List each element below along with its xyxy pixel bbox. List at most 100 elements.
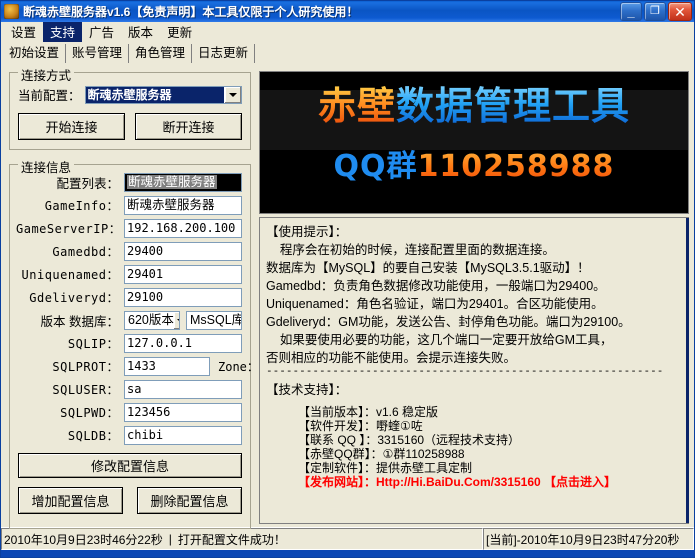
status-timestamp: 2010年10月9日23时46分22秒: [4, 531, 163, 548]
status-message: 打开配置文件成功！: [178, 531, 286, 548]
sqlprot-input[interactable]: 1433: [124, 357, 210, 376]
gameserverip-label: GameServerIP：: [16, 220, 124, 237]
database-dropdown[interactable]: MsSQL库: [186, 311, 242, 330]
gdeliveryd-input[interactable]: 29100: [124, 288, 242, 307]
config-list-listbox[interactable]: 断魂赤壁服务器: [124, 173, 242, 192]
tab-initial-settings[interactable]: 初始设置: [3, 44, 66, 63]
version-value: 620版本: [125, 312, 174, 329]
sqlpwd-row: SQLPWD： 123456: [10, 401, 250, 424]
info-line: Uniquenamed：角色名验证，端口为29401。合区功能使用。: [266, 295, 685, 313]
banner-qq-line: QQ群110258988: [334, 141, 615, 185]
info-textbox[interactable]: 【使用提示】： 程序会在初始的时候，连接配置里面的数据连接。 数据库为【MySQ…: [259, 217, 689, 524]
current-config-dropdown[interactable]: 断魂赤壁服务器: [85, 86, 242, 104]
menu-bar: 设置 支持 广告 版本 更新: [1, 22, 694, 42]
info-line: 【技术支持】：: [266, 381, 685, 399]
banner-image: 赤壁数据管理工具 QQ群110258988: [259, 71, 689, 214]
minimize-button[interactable]: _: [620, 2, 642, 21]
gameserverip-input[interactable]: 192.168.200.100: [124, 219, 242, 238]
delete-config-button[interactable]: 删除配置信息: [137, 487, 242, 514]
gamedbd-label: Gamedbd：: [16, 243, 124, 260]
info-line: 程序会在初始的时候，连接配置里面的数据连接。: [266, 241, 685, 259]
main-window: 断魂赤壁服务器v1.6【免责声明】本工具仅限于个人研究使用！ _ ❐ ✕ 设置 …: [0, 0, 695, 558]
modify-config-button[interactable]: 修改配置信息: [18, 453, 242, 478]
tab-strip: 初始设置 账号管理 角色管理 日志更新: [1, 42, 694, 64]
sqluser-row: SQLUSER： sa: [10, 378, 250, 401]
vertical-scrollbar[interactable]: [686, 218, 689, 523]
minimize-icon: _: [621, 3, 641, 20]
maximize-button[interactable]: ❐: [644, 2, 666, 21]
connection-buttons: 开始连接 断开连接: [10, 106, 250, 149]
add-config-button[interactable]: 增加配置信息: [18, 487, 123, 514]
sqluser-label: SQLUSER：: [16, 381, 124, 398]
current-config-label: 当前配置：: [18, 85, 81, 104]
info-line: Gdeliveryd：GM功能，发送公告、封停角色功能。端口为29100。: [266, 313, 685, 331]
menu-item-update[interactable]: 更新: [160, 20, 199, 44]
gameserverip-row: GameServerIP： 192.168.200.100: [10, 217, 250, 240]
info-line: 【使用提示】：: [266, 223, 685, 241]
disconnect-button[interactable]: 断开连接: [135, 113, 242, 140]
info-line: 如果要使用必要的功能，这几个端口一定要开放给GM工具，: [266, 331, 685, 349]
add-delete-buttons: 增加配置信息 删除配置信息: [18, 487, 242, 514]
current-config-value: 断魂赤壁服务器: [86, 87, 224, 103]
tab-role-management[interactable]: 角色管理: [129, 44, 192, 63]
config-list-selected-item: 断魂赤壁服务器: [127, 175, 217, 189]
banner-title-part2: 数据管理工具: [396, 84, 630, 128]
gameinfo-input[interactable]: 断魂赤壁服务器: [124, 196, 242, 215]
tab-log-update[interactable]: 日志更新: [192, 44, 255, 63]
uniquenamed-input[interactable]: 29401: [124, 265, 242, 284]
left-panel: 连接方式 当前配置： 断魂赤壁服务器 开始连接 断开连接 连接信息 配置列: [3, 64, 255, 527]
status-current-time: [当前]-2010年10月9日23时47分20秒: [486, 531, 679, 548]
menu-item-ads[interactable]: 广告: [82, 20, 121, 44]
sqlip-input[interactable]: 127.0.0.1: [124, 334, 242, 353]
title-bar: 断魂赤壁服务器v1.6【免责声明】本工具仅限于个人研究使用！ _ ❐ ✕: [1, 1, 694, 22]
sqldb-row: SQLDB： chibi: [10, 424, 250, 447]
support-line-qq: 【联系 QQ 】：3315160（远程技术支持）: [298, 433, 685, 447]
close-icon: ✕: [669, 3, 691, 20]
sqlpwd-input[interactable]: 123456: [124, 403, 242, 422]
status-left-cell: 2010年10月9日23时46分22秒 | 打开配置文件成功！: [1, 528, 483, 550]
uniquenamed-row: Uniquenamed： 29401: [10, 263, 250, 286]
version-database-label: 版本 数据库：: [16, 311, 124, 330]
tab-account-management[interactable]: 账号管理: [66, 44, 129, 63]
support-line-developer: 【软件开发】：嘢蝰①咗: [298, 419, 685, 433]
gameinfo-row: GameInfo： 断魂赤壁服务器: [10, 194, 250, 217]
support-line-custom: 【定制软件】：提供赤壁工具定制: [298, 461, 685, 475]
support-block: 【当前版本】：v1.6 稳定版 【软件开发】：嘢蝰①咗 【联系 QQ 】：331…: [266, 405, 685, 489]
info-line: 数据库为【MySQL】的要自己安装【MySQL3.5.1驱动】！: [266, 259, 685, 277]
maximize-icon: ❐: [645, 3, 665, 20]
status-separator: |: [163, 532, 178, 546]
chevron-down-icon[interactable]: [174, 312, 180, 329]
window-controls: _ ❐ ✕: [620, 2, 692, 21]
uniquenamed-label: Uniquenamed：: [16, 266, 124, 283]
status-bar: 2010年10月9日23时46分22秒 | 打开配置文件成功！ [当前]-201…: [1, 527, 694, 550]
window-title: 断魂赤壁服务器v1.6【免责声明】本工具仅限于个人研究使用！: [23, 3, 620, 20]
sqluser-input[interactable]: sa: [124, 380, 242, 399]
connection-info-title: 连接信息: [18, 157, 74, 176]
gamedbd-row: Gamedbd： 29400: [10, 240, 250, 263]
gdeliveryd-row: Gdeliveryd： 29100: [10, 286, 250, 309]
connection-info-group: 连接信息 配置列表： 断魂赤壁服务器 GameInfo： 断魂赤壁服务器 Gam…: [9, 164, 251, 529]
info-line: 否则相应的功能不能使用。会提示连接失败。: [266, 349, 685, 367]
banner-title-part1: 赤壁: [318, 84, 396, 128]
config-action-buttons: 修改配置信息 增加配置信息 删除配置信息: [10, 447, 250, 522]
gdeliveryd-label: Gdeliveryd：: [16, 289, 124, 306]
close-button[interactable]: ✕: [668, 2, 692, 21]
menu-item-version[interactable]: 版本: [121, 20, 160, 44]
chevron-down-icon[interactable]: [224, 87, 241, 103]
sqldb-input[interactable]: chibi: [124, 426, 242, 445]
content-area: 连接方式 当前配置： 断魂赤壁服务器 开始连接 断开连接 连接信息 配置列: [1, 64, 694, 527]
version-dropdown[interactable]: 620版本: [124, 311, 180, 330]
banner-qq-number: 110258988: [418, 149, 615, 184]
gamedbd-input[interactable]: 29400: [124, 242, 242, 261]
status-right-cell: [当前]-2010年10月9日23时47分20秒: [483, 528, 694, 550]
support-line-qq-group: 【赤壁QQ群】：①群110258988: [298, 447, 685, 461]
menu-item-settings[interactable]: 设置: [4, 20, 43, 44]
bottom-accent-strip: [1, 550, 694, 557]
support-line-website[interactable]: 【发布网站】：Http://Hi.BaiDu.Com/3315160 【点击进入…: [298, 475, 685, 489]
start-connect-button[interactable]: 开始连接: [18, 113, 125, 140]
right-panel: 赤壁数据管理工具 QQ群110258988 【使用提示】： 程序会在初始的时候，…: [259, 64, 689, 527]
app-icon: [4, 4, 19, 19]
info-line: Gamedbd：负责角色数据修改功能使用，一般端口为29400。: [266, 277, 685, 295]
sqldb-label: SQLDB：: [16, 427, 124, 444]
menu-item-support[interactable]: 支持: [43, 20, 82, 44]
